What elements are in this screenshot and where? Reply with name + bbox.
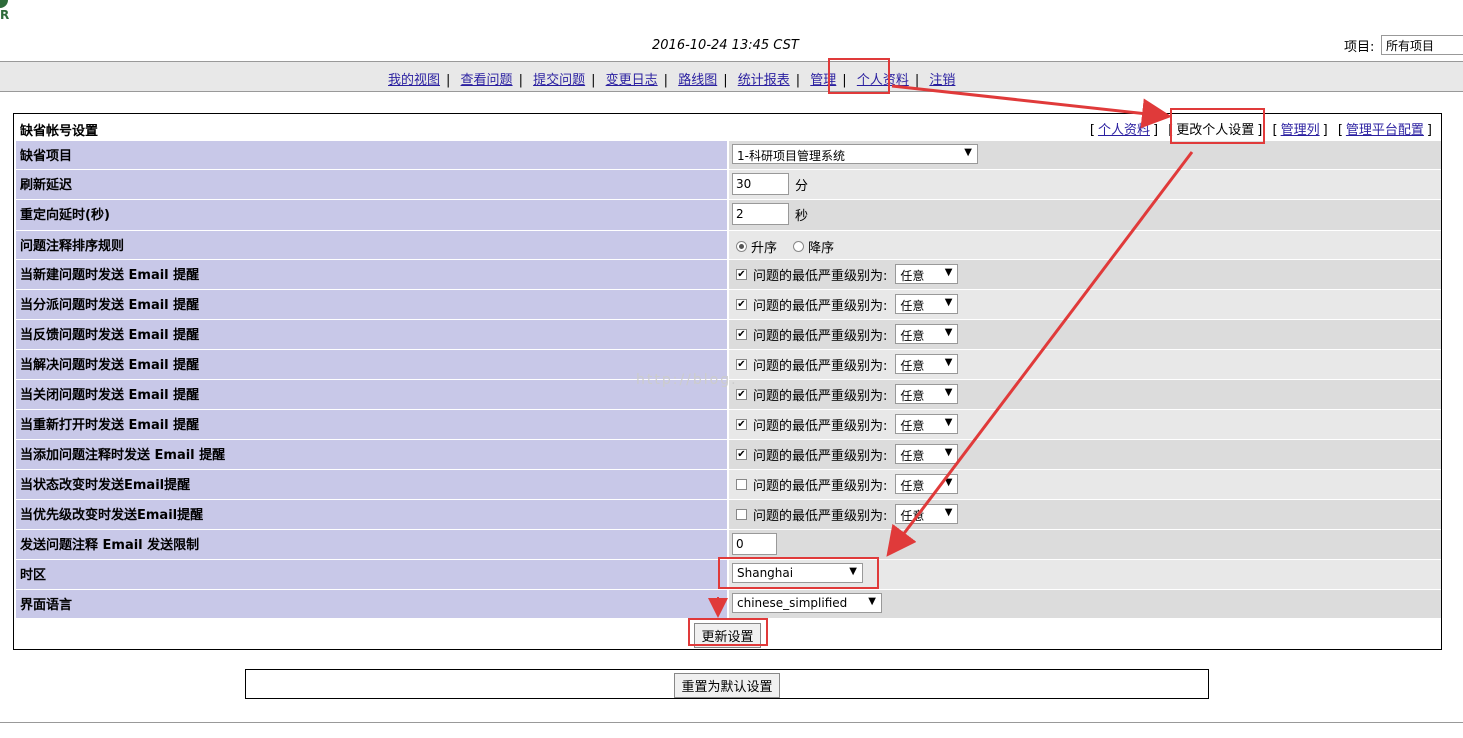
arrow-to-timezone [886, 151, 1194, 557]
annotation-arrows [708, 84, 1194, 618]
arrow-to-preferences [891, 84, 1172, 129]
